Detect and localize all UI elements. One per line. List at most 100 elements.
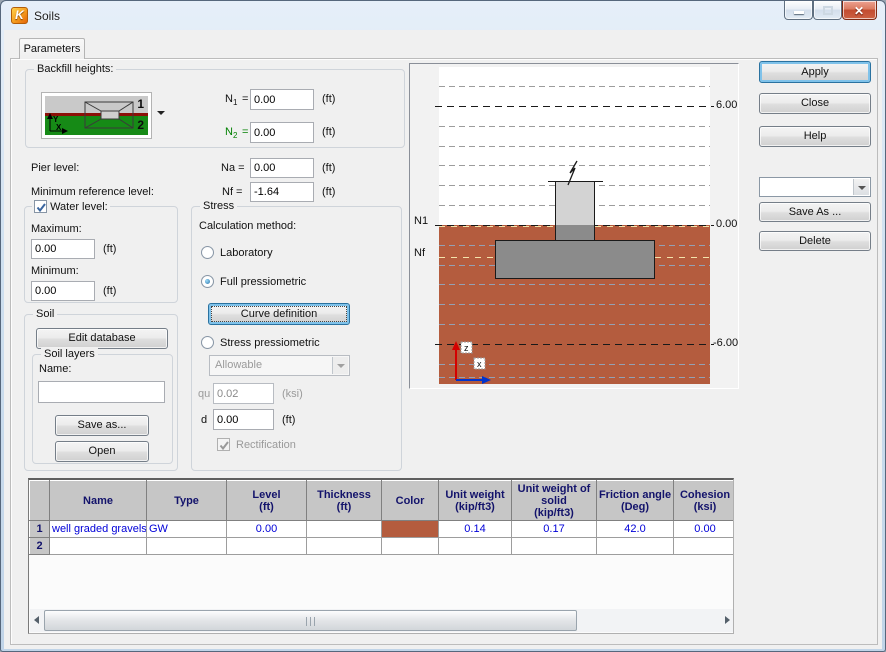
edit-database-button[interactable]: Edit database [36,328,168,349]
cell-unit-weight-solid[interactable]: 0.17 [511,520,597,538]
title-bar[interactable]: K Soils ✕ [1,1,885,30]
cell-type[interactable]: GW [146,520,227,538]
qu-unit: (ksi) [282,388,303,400]
allowable-select[interactable]: Allowable [209,355,350,376]
close-dialog-button[interactable]: Close [759,93,871,114]
minimum-label: Minimum: [31,265,79,277]
stress-pressiometric-label[interactable]: Stress pressiometric [220,337,320,349]
gridline [439,146,710,147]
n2-equals: = [242,126,249,138]
cell-unit-weight[interactable]: 0.14 [438,520,512,538]
scroll-left-button[interactable] [30,609,44,632]
axis-zx-icon: z x [452,341,491,384]
gridline [439,304,710,305]
laboratory-label[interactable]: Laboratory [220,247,273,259]
water-level-checkbox[interactable] [34,200,47,213]
help-button[interactable]: Help [759,126,871,147]
maximum-label: Maximum: [31,223,82,235]
axis-x-label: x [477,359,482,369]
soil-layers-legend: Soil layers [41,348,98,361]
laboratory-radio[interactable] [201,246,214,259]
full-pressiometric-radio[interactable] [201,275,214,288]
chevron-down-icon [858,186,866,190]
chevron-down-icon [157,111,165,115]
level-minus6-label: -6.00 [713,337,739,349]
check-icon [36,203,46,213]
pier-level-label: Pier level: [31,162,80,174]
backfill-style-preview[interactable]: Y X 1 2 [41,92,152,139]
horizontal-scrollbar[interactable] [30,609,733,632]
gridline [439,86,710,87]
row-number[interactable]: 2 [29,537,50,555]
water-max-input[interactable] [31,239,95,259]
preset-arrow[interactable] [853,179,869,195]
footing [495,240,655,279]
scroll-right-button[interactable] [720,609,733,632]
cell-type[interactable] [146,537,227,555]
allowable-arrow [332,357,348,374]
backfill-heights-legend: Backfill heights: [34,63,117,76]
rectification-checkbox[interactable] [217,438,230,451]
stress-pressiometric-radio[interactable] [201,336,214,349]
n2-input[interactable] [250,122,314,143]
d-input[interactable] [213,409,274,430]
n1-label: N1 [225,93,238,108]
cell-friction-angle[interactable] [596,537,674,555]
na-label: Na = [221,162,245,174]
table-row: 1 well graded gravels GW 0.00 0.14 0.17 … [29,520,733,538]
water-min-input[interactable] [31,281,95,301]
tab-parameters[interactable]: Parameters [19,38,85,59]
maximize-button[interactable] [813,1,842,20]
cell-unit-weight-solid[interactable] [511,537,597,555]
full-pressiometric-label[interactable]: Full pressiometric [220,276,306,288]
gridline [435,106,714,107]
cell-thickness[interactable] [306,537,382,555]
n1-input[interactable] [250,89,314,110]
footing-wireframe-icon: Y X [47,101,134,134]
apply-button[interactable]: Apply [759,61,871,83]
save-as-button[interactable]: Save As ... [759,202,871,222]
n2-unit: (ft) [322,126,336,138]
cell-unit-weight[interactable] [438,537,512,555]
window-title: Soils [34,9,61,23]
nf-label: Nf = [222,186,243,198]
cell-name[interactable]: well graded gravels [49,520,147,538]
app-icon: K [11,7,28,24]
save-as-layer-button[interactable]: Save as... [55,415,149,436]
diagram-n1-label: N1 [414,215,429,227]
cell-name[interactable] [49,537,147,555]
cell-friction-angle[interactable]: 42.0 [596,520,674,538]
color-swatch-cell-empty[interactable] [381,537,439,555]
preset-combobox[interactable] [759,177,871,197]
minimize-button[interactable] [784,1,813,20]
gridline [439,126,710,127]
layer-name-input[interactable] [38,381,165,403]
scrollbar-grip-icon [305,617,317,626]
cell-cohesion[interactable] [673,537,733,555]
col-level: Level (ft) [226,480,307,521]
cell-thickness[interactable] [306,520,382,538]
cell-cohesion[interactable]: 0.00 [673,520,733,538]
col-type: Type [146,480,227,521]
scroll-left-icon [34,616,39,624]
water-max-unit: (ft) [103,243,117,255]
rectification-label[interactable]: Rectification [236,439,296,451]
break-symbol-icon [567,160,578,186]
open-layer-button[interactable]: Open [55,441,149,462]
d-label: d [201,414,208,426]
delete-button[interactable]: Delete [759,231,871,251]
scrollbar-thumb[interactable] [44,610,577,631]
qu-input[interactable] [213,383,274,404]
min-reference-label: Minimum reference level: [31,186,154,198]
water-level-toggle[interactable]: Water level: [32,200,110,213]
backfill-style-dropdown[interactable] [157,111,165,115]
color-swatch-cell[interactable] [381,520,439,538]
close-button[interactable]: ✕ [842,1,877,20]
nf-input[interactable] [250,182,314,202]
cell-level[interactable]: 0.00 [226,520,307,538]
row-number[interactable]: 1 [29,520,50,538]
cell-level[interactable] [226,537,307,555]
curve-definition-button[interactable]: Curve definition [208,303,350,325]
na-input[interactable] [250,158,314,178]
close-icon: ✕ [854,4,865,18]
